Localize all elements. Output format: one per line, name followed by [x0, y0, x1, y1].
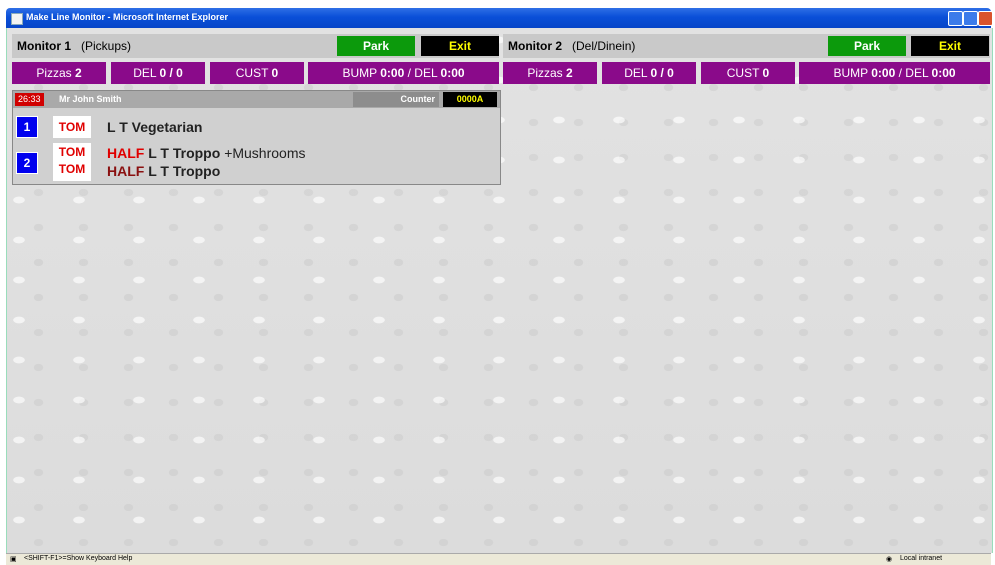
item-name: L T Vegetarian: [107, 119, 203, 135]
ie-app-icon: [11, 13, 23, 25]
monitor1-bump-stat: BUMP 0:00 / DEL 0:00: [308, 62, 499, 84]
maximize-icon[interactable]: [963, 11, 978, 26]
status-help-text: <SHIFT-F1>=Show Keyboard Help: [24, 555, 133, 562]
window-title: Make Line Monitor - Microsoft Internet E…: [26, 12, 229, 22]
item-description: L T Vegetarian: [107, 119, 202, 135]
window-title-bar: Make Line Monitor - Microsoft Internet E…: [6, 8, 993, 28]
cust-value: 0: [762, 66, 770, 80]
monitor1-cust-stat: CUST 0: [210, 62, 304, 84]
del-value: 0 / 0: [159, 66, 183, 80]
item-description: HALF L T Troppo +Mushrooms: [107, 145, 306, 161]
monitor2-exit-button[interactable]: Exit: [911, 36, 989, 56]
order-customer-name: Mr John Smith: [59, 94, 122, 104]
bump-value: 0:00: [380, 66, 405, 80]
status-zone-text: Local intranet: [900, 555, 943, 562]
monitor2-mode: (Del/Dinein): [572, 39, 636, 53]
item-name: L T Troppo: [148, 163, 221, 179]
pizzas-label: Pizzas: [527, 66, 563, 80]
del-value: 0 / 0: [650, 66, 674, 80]
bump-del-value: 0:00: [440, 66, 465, 80]
monitor1-exit-button[interactable]: Exit: [421, 36, 499, 56]
monitor2-cust-stat: CUST 0: [701, 62, 795, 84]
order-ticket-header: 26:33 Mr John Smith Counter 0000A: [13, 91, 500, 108]
monitor1-name: Monitor 1: [17, 39, 71, 53]
item-sauce: TOM: [53, 116, 91, 138]
monitor1-park-button[interactable]: Park: [337, 36, 415, 56]
cust-label: CUST: [235, 66, 269, 80]
item-number: 2: [16, 152, 38, 174]
monitor2-bump-stat: BUMP 0:00 / DEL 0:00: [799, 62, 990, 84]
bump-del-label: / DEL: [898, 66, 929, 80]
item-modifier: +Mushrooms: [224, 145, 306, 161]
item-sauce: TOM: [58, 145, 86, 159]
monitor1-mode: (Pickups): [81, 39, 132, 53]
pizzas-value: 2: [75, 66, 82, 80]
cust-label: CUST: [726, 66, 760, 80]
minimize-icon[interactable]: [948, 11, 963, 26]
monitor1-pizzas-stat: Pizzas 2: [12, 62, 106, 84]
intranet-zone-icon: ◉: [886, 556, 893, 563]
del-label: DEL: [133, 66, 157, 80]
item-name: L T Troppo: [148, 145, 221, 161]
order-number: 0000A: [443, 92, 497, 107]
monitor2-name: Monitor 2: [508, 39, 562, 53]
cust-value: 0: [271, 66, 279, 80]
monitor1-title: Monitor 1 (Pickups): [17, 39, 131, 53]
bump-label: BUMP: [833, 66, 868, 80]
del-label: DEL: [624, 66, 648, 80]
monitor1-del-stat: DEL 0 / 0: [111, 62, 205, 84]
browser-status-bar: ▣ <SHIFT-F1>=Show Keyboard Help ◉ Local …: [6, 553, 991, 565]
item-description: HALF L T Troppo: [107, 163, 220, 179]
monitor2-pizzas-stat: Pizzas 2: [503, 62, 597, 84]
monitor2-del-stat: DEL 0 / 0: [602, 62, 696, 84]
order-source: Counter: [353, 92, 439, 107]
order-timer: 26:33: [15, 93, 44, 106]
item-half-flag: HALF: [107, 163, 145, 179]
bump-del-label: / DEL: [407, 66, 438, 80]
bump-label: BUMP: [342, 66, 377, 80]
bump-value: 0:00: [871, 66, 896, 80]
bump-del-value: 0:00: [931, 66, 956, 80]
item-sauce-column: TOM TOM: [53, 143, 91, 181]
item-half-flag: HALF: [107, 145, 145, 161]
pizzas-label: Pizzas: [36, 66, 72, 80]
item-sauce: TOM: [58, 162, 86, 176]
ie-page-icon: ▣: [10, 556, 17, 563]
monitor2-title: Monitor 2 (Del/Dinein): [508, 39, 635, 53]
monitor2-park-button[interactable]: Park: [828, 36, 906, 56]
order-ticket[interactable]: 26:33 Mr John Smith Counter 0000A 1 TOM …: [12, 90, 501, 185]
close-icon[interactable]: [978, 11, 993, 26]
pizzas-value: 2: [566, 66, 573, 80]
item-number: 1: [16, 116, 38, 138]
